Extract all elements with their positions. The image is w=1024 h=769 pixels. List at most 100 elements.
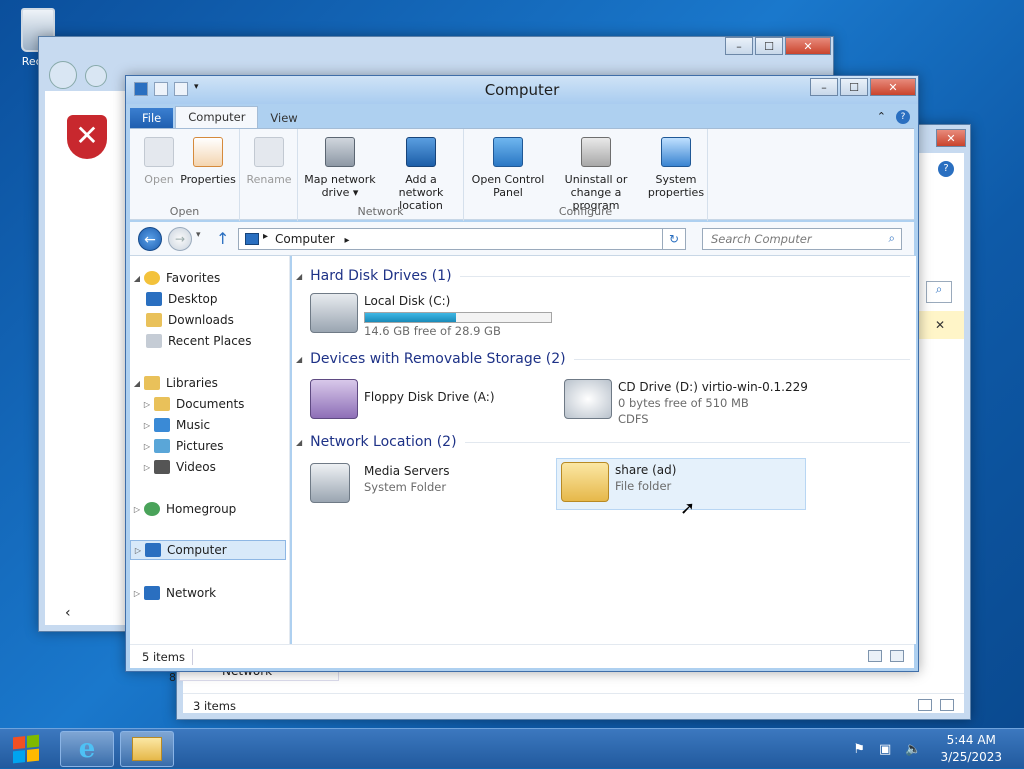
floppy-drive-item[interactable]: Floppy Disk Drive (A:) [306, 376, 499, 422]
maximize-button[interactable]: ☐ [755, 37, 783, 55]
nav-network[interactable]: ▷ Network [130, 583, 286, 603]
scroll-left-icon[interactable]: ‹ [65, 605, 91, 623]
recent-places-icon [146, 334, 162, 348]
breadcrumb-chevron-icon[interactable]: ▸ [263, 231, 268, 242]
nav-libraries[interactable]: ◢ Libraries [130, 373, 286, 393]
nav-videos[interactable]: ▷ Videos [130, 457, 286, 477]
security-shield-icon: ✕ [67, 115, 107, 159]
cd-drive-name: CD Drive (D:) virtio-win-0.1.229 [618, 380, 808, 394]
search-icon[interactable]: ⌕ [889, 231, 895, 246]
network-icon[interactable]: ▣ [879, 742, 891, 757]
mouse-cursor-icon: ➚ [680, 498, 696, 519]
computer-window[interactable]: ▾ Computer – ☐ ✕ File Computer View ⌃ ? … [125, 75, 919, 672]
cd-drive-free: 0 bytes free of 510 MB [618, 396, 749, 410]
up-button[interactable]: ↑ [216, 229, 229, 248]
window-controls-2: ✕ [934, 129, 966, 147]
tiles-view-icon[interactable] [940, 699, 954, 711]
network-drive-icon [325, 137, 355, 167]
share-name: share (ad) [615, 463, 677, 477]
browser-back-icon[interactable] [49, 61, 77, 89]
local-disk-free: 14.6 GB free of 28.9 GB [364, 324, 501, 338]
hard-disk-icon [310, 293, 358, 333]
tab-file[interactable]: File [130, 108, 174, 128]
nav-computer[interactable]: ▷ Computer [130, 540, 286, 560]
large-icons-view-icon[interactable] [890, 650, 904, 662]
address-bar[interactable]: ▸ Computer ▸ ▼ [238, 228, 686, 250]
system-properties-button[interactable]: System properties [646, 137, 706, 199]
taskbar-file-explorer[interactable] [120, 731, 174, 767]
details-view-icon[interactable] [868, 650, 882, 662]
network-folder-icon [561, 462, 609, 502]
uninstall-program-button[interactable]: Uninstall or change a program [548, 137, 644, 212]
open-button[interactable]: Open [140, 137, 178, 186]
clock[interactable]: 5:44 AM 3/25/2023 [940, 732, 1002, 766]
nav-item-number: 8 [169, 671, 176, 684]
action-center-flag-icon[interactable]: ⚑ [853, 742, 865, 757]
nav-documents[interactable]: ▷ Documents [130, 394, 286, 414]
volume-muted-icon[interactable]: 🔈 [905, 742, 921, 757]
desktop-icon [146, 292, 162, 306]
tab-view[interactable]: View [258, 108, 309, 128]
status-bar-2: 3 items [183, 693, 964, 717]
map-network-drive-button[interactable]: Map network drive ▾ [304, 137, 376, 199]
cd-drive-icon [564, 379, 612, 419]
nav-pictures[interactable]: ▷ Pictures [130, 436, 286, 456]
local-disk-item[interactable]: Local Disk (C:) 14.6 GB free of 28.9 GB [306, 290, 556, 342]
open-control-panel-button[interactable]: Open Control Panel [470, 137, 546, 199]
window-controls: – ☐ ✕ [723, 37, 831, 55]
maximize-button[interactable]: ☐ [840, 78, 868, 96]
minimize-button[interactable]: – [810, 78, 838, 96]
media-servers-item[interactable]: Media Servers System Folder [306, 460, 453, 506]
clock-time: 5:44 AM [946, 733, 996, 747]
forward-button[interactable]: → [168, 227, 192, 251]
nav-music[interactable]: ▷ Music [130, 415, 286, 435]
infobar-close-icon[interactable]: ✕ [916, 311, 964, 339]
clock-date: 3/25/2023 [940, 750, 1002, 764]
details-view-icon[interactable] [918, 699, 932, 711]
browser-forward-icon[interactable] [85, 65, 107, 87]
breadcrumb-next-icon[interactable]: ▸ [344, 235, 349, 246]
file-explorer-icon [132, 737, 162, 761]
search-input[interactable]: Search Computer ⌕ [702, 228, 902, 250]
nav-desktop[interactable]: Desktop [130, 289, 286, 309]
ribbon-group-rename: Rename [240, 129, 298, 221]
section-hard-disk-drives[interactable]: ◢ Hard Disk Drives (1) [296, 268, 910, 284]
taskbar-internet-explorer[interactable]: e [60, 731, 114, 767]
start-button[interactable] [0, 729, 52, 769]
ribbon-group-network: Map network drive ▾ Add a network location… [298, 129, 464, 221]
close-button[interactable]: ✕ [785, 37, 831, 55]
minimize-ribbon-icon[interactable]: ⌃ [877, 110, 886, 124]
title-bar[interactable]: ▾ Computer – ☐ ✕ [126, 76, 918, 104]
recent-locations-icon[interactable]: ▾ [196, 230, 201, 240]
nav-homegroup[interactable]: ▷ Homegroup [130, 499, 286, 519]
star-icon [144, 271, 160, 285]
libraries-icon [144, 376, 160, 390]
help-icon[interactable]: ? [896, 110, 910, 124]
breadcrumb-computer[interactable]: Computer [275, 232, 335, 246]
videos-icon [154, 460, 170, 474]
refresh-button[interactable]: ↻ [662, 228, 686, 250]
add-network-location-button[interactable]: Add a network location [382, 137, 460, 212]
nav-recent-places[interactable]: Recent Places [130, 331, 286, 351]
computer-nav-icon [145, 543, 161, 557]
section-removable-storage[interactable]: ◢ Devices with Removable Storage (2) [296, 351, 910, 367]
help-icon[interactable]: ? [938, 161, 954, 177]
network-nav-icon [144, 586, 160, 600]
back-button[interactable]: ← [138, 227, 162, 251]
section-network-location[interactable]: ◢ Network Location (2) [296, 434, 910, 450]
music-icon [154, 418, 170, 432]
minimize-button[interactable]: – [725, 37, 753, 55]
close-button[interactable]: ✕ [870, 78, 916, 96]
rename-button[interactable]: Rename [246, 137, 292, 186]
nav-downloads[interactable]: Downloads [130, 310, 286, 330]
status-item-count: 5 items [142, 650, 185, 664]
properties-button[interactable]: Properties [180, 137, 236, 186]
tab-computer[interactable]: Computer [175, 106, 259, 128]
search-icon[interactable]: ⌕ [926, 281, 952, 303]
search-placeholder: Search Computer [711, 232, 812, 246]
cd-drive-item[interactable]: CD Drive (D:) virtio-win-0.1.229 0 bytes… [560, 376, 812, 430]
close-button-2[interactable]: ✕ [936, 129, 966, 147]
nav-favorites[interactable]: ◢ Favorites [130, 268, 286, 288]
disk-usage-bar [364, 312, 552, 323]
group-label-open: Open [169, 205, 200, 218]
